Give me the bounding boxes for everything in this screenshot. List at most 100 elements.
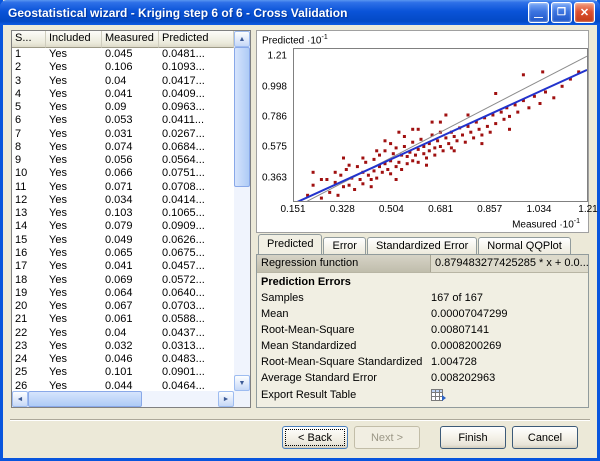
table-row[interactable]: 12 Yes 0.034 0.0414... xyxy=(12,194,234,207)
vertical-scroll-thumb[interactable] xyxy=(234,47,250,187)
table-row[interactable]: 23 Yes 0.032 0.0313... xyxy=(12,340,234,353)
close-button[interactable]: ✕ xyxy=(574,2,595,23)
table-cell: 25 xyxy=(15,366,28,379)
table-cell: 0.0417... xyxy=(162,74,205,87)
table-cell: 0.0572... xyxy=(162,273,205,286)
table-row[interactable]: 20 Yes 0.067 0.0703... xyxy=(12,300,234,313)
table-row[interactable]: 24 Yes 0.046 0.0483... xyxy=(12,353,234,366)
table-row[interactable]: 5 Yes 0.09 0.0963... xyxy=(12,101,234,114)
table-row[interactable]: 26 Yes 0.044 0.0464... xyxy=(12,380,234,391)
scroll-down-button[interactable]: ▼ xyxy=(234,375,250,391)
table-row[interactable]: 2 Yes 0.106 0.1093... xyxy=(12,61,234,74)
table-row[interactable]: 21 Yes 0.061 0.0588... xyxy=(12,313,234,326)
table-row[interactable]: 19 Yes 0.064 0.0640... xyxy=(12,287,234,300)
table-cell: Yes xyxy=(49,273,67,286)
table-row[interactable]: 15 Yes 0.049 0.0626... xyxy=(12,234,234,247)
tab-error[interactable]: Error xyxy=(323,237,366,254)
tab-normal-qqplot[interactable]: Normal QQPlot xyxy=(478,237,571,254)
vertical-scrollbar[interactable]: ▲ ▼ xyxy=(234,31,250,391)
table-row[interactable]: 9 Yes 0.056 0.0564... xyxy=(12,154,234,167)
table-row[interactable]: 4 Yes 0.041 0.0409... xyxy=(12,88,234,101)
table-cell: 0.0703... xyxy=(162,300,205,313)
table-row[interactable]: 25 Yes 0.101 0.0901... xyxy=(12,366,234,379)
back-button[interactable]: < Back xyxy=(282,426,348,449)
table-row[interactable]: 1 Yes 0.045 0.0481... xyxy=(12,48,234,61)
table-row[interactable]: 17 Yes 0.041 0.0457... xyxy=(12,260,234,273)
stat-label: Mean xyxy=(261,308,289,320)
export-result-table-row: Export Result Table xyxy=(257,386,588,404)
table-cell: 0.066 xyxy=(105,167,133,180)
table-cell: Yes xyxy=(49,48,67,60)
table-cell: 0.053 xyxy=(105,114,133,127)
table-cell: 11 xyxy=(15,180,27,193)
down-arrow-icon: ▼ xyxy=(238,379,246,387)
y-tick-label: 1.21 xyxy=(267,50,287,62)
table-cell: 20 xyxy=(15,300,28,313)
table-cell: 0.061 xyxy=(105,313,133,326)
table-cell: 0.0675... xyxy=(162,246,205,259)
y-tick-label: 0.786 xyxy=(261,111,287,123)
table-cell: Yes xyxy=(49,101,67,114)
table-row[interactable]: 11 Yes 0.071 0.0708... xyxy=(12,181,234,194)
scroll-left-button[interactable]: ◄ xyxy=(12,391,28,407)
table-cell: 0.0409... xyxy=(162,87,205,100)
scroll-right-button[interactable]: ► xyxy=(218,391,234,407)
table-cell: 12 xyxy=(15,193,28,206)
stat-row: Mean Standardized 0.0008200269 xyxy=(257,338,588,354)
table-row[interactable]: 7 Yes 0.031 0.0267... xyxy=(12,128,234,141)
table-cell: 0.067 xyxy=(105,300,133,313)
cancel-button[interactable]: Cancel xyxy=(512,426,578,449)
table-row[interactable]: 18 Yes 0.069 0.0572... xyxy=(12,274,234,287)
column-header-1[interactable]: Included xyxy=(46,31,102,48)
column-header-0[interactable]: S... xyxy=(12,31,46,48)
x-tick-label: 0.151 xyxy=(280,204,306,215)
table-cell: Yes xyxy=(49,233,67,246)
table-cell: 0.031 xyxy=(105,127,133,140)
table-cell: 23 xyxy=(15,339,28,352)
table-row[interactable]: 8 Yes 0.074 0.0684... xyxy=(12,141,234,154)
table-cell: 0.0901... xyxy=(162,366,205,379)
horizontal-scroll-track[interactable] xyxy=(28,391,218,407)
titlebar[interactable]: Geostatistical wizard - Kriging step 6 o… xyxy=(0,0,600,25)
stat-value: 0.008202963 xyxy=(431,372,496,384)
window-title: Geostatistical wizard - Kriging step 6 o… xyxy=(8,5,348,20)
table-cell: 8 xyxy=(15,140,22,153)
export-table-icon[interactable] xyxy=(431,388,447,402)
scroll-up-button[interactable]: ▲ xyxy=(234,31,250,47)
horizontal-scrollbar[interactable]: ◄ ► xyxy=(12,391,234,407)
finish-button[interactable]: Finish xyxy=(440,426,506,449)
stat-value: 0.00007047299 xyxy=(431,308,508,320)
table-row[interactable]: 13 Yes 0.103 0.1065... xyxy=(12,207,234,220)
next-button[interactable]: Next > xyxy=(354,426,420,449)
table-cell: 0.079 xyxy=(105,220,133,233)
table-cell: 0.0588... xyxy=(162,313,205,326)
table-row[interactable]: 14 Yes 0.079 0.0909... xyxy=(12,220,234,233)
column-header-3[interactable]: Predicted xyxy=(159,31,234,48)
table-cell: 0.032 xyxy=(105,339,133,352)
table-row[interactable]: 3 Yes 0.04 0.0417... xyxy=(12,75,234,88)
table-cell: 0.0751... xyxy=(162,167,205,180)
table-cell: 0.074 xyxy=(105,140,133,153)
vertical-scroll-track[interactable] xyxy=(234,47,250,375)
column-header-2[interactable]: Measured xyxy=(102,31,159,48)
table-cell: Yes xyxy=(49,313,67,326)
table-cell: Yes xyxy=(49,353,67,366)
table-body[interactable]: 1 Yes 0.045 0.0481... 2 Yes 0.106 0.1093... 3 Yes… xyxy=(12,48,234,391)
maximize-button[interactable]: ❐ xyxy=(551,2,572,23)
table-cell: 2 xyxy=(15,61,22,74)
table-row[interactable]: 16 Yes 0.065 0.0675... xyxy=(12,247,234,260)
table-row[interactable]: 22 Yes 0.04 0.0437... xyxy=(12,327,234,340)
scatter-plot-area[interactable] xyxy=(293,48,588,209)
stat-row: Average Standard Error 0.008202963 xyxy=(257,370,588,386)
table-cell: 0.071 xyxy=(105,180,133,193)
table-row[interactable]: 6 Yes 0.053 0.0411... xyxy=(12,114,234,127)
table-cell: 17 xyxy=(15,260,28,273)
table-cell: 24 xyxy=(15,353,28,366)
minimize-button[interactable]: — xyxy=(528,2,549,23)
horizontal-scroll-thumb[interactable] xyxy=(28,391,142,407)
table-cell: Yes xyxy=(49,127,67,140)
tab-predicted[interactable]: Predicted xyxy=(258,234,323,254)
tab-standardized-error[interactable]: Standardized Error xyxy=(366,237,478,254)
prediction-errors-panel: Regression function 0.879483277425285 * … xyxy=(256,254,589,408)
table-row[interactable]: 10 Yes 0.066 0.0751... xyxy=(12,167,234,180)
